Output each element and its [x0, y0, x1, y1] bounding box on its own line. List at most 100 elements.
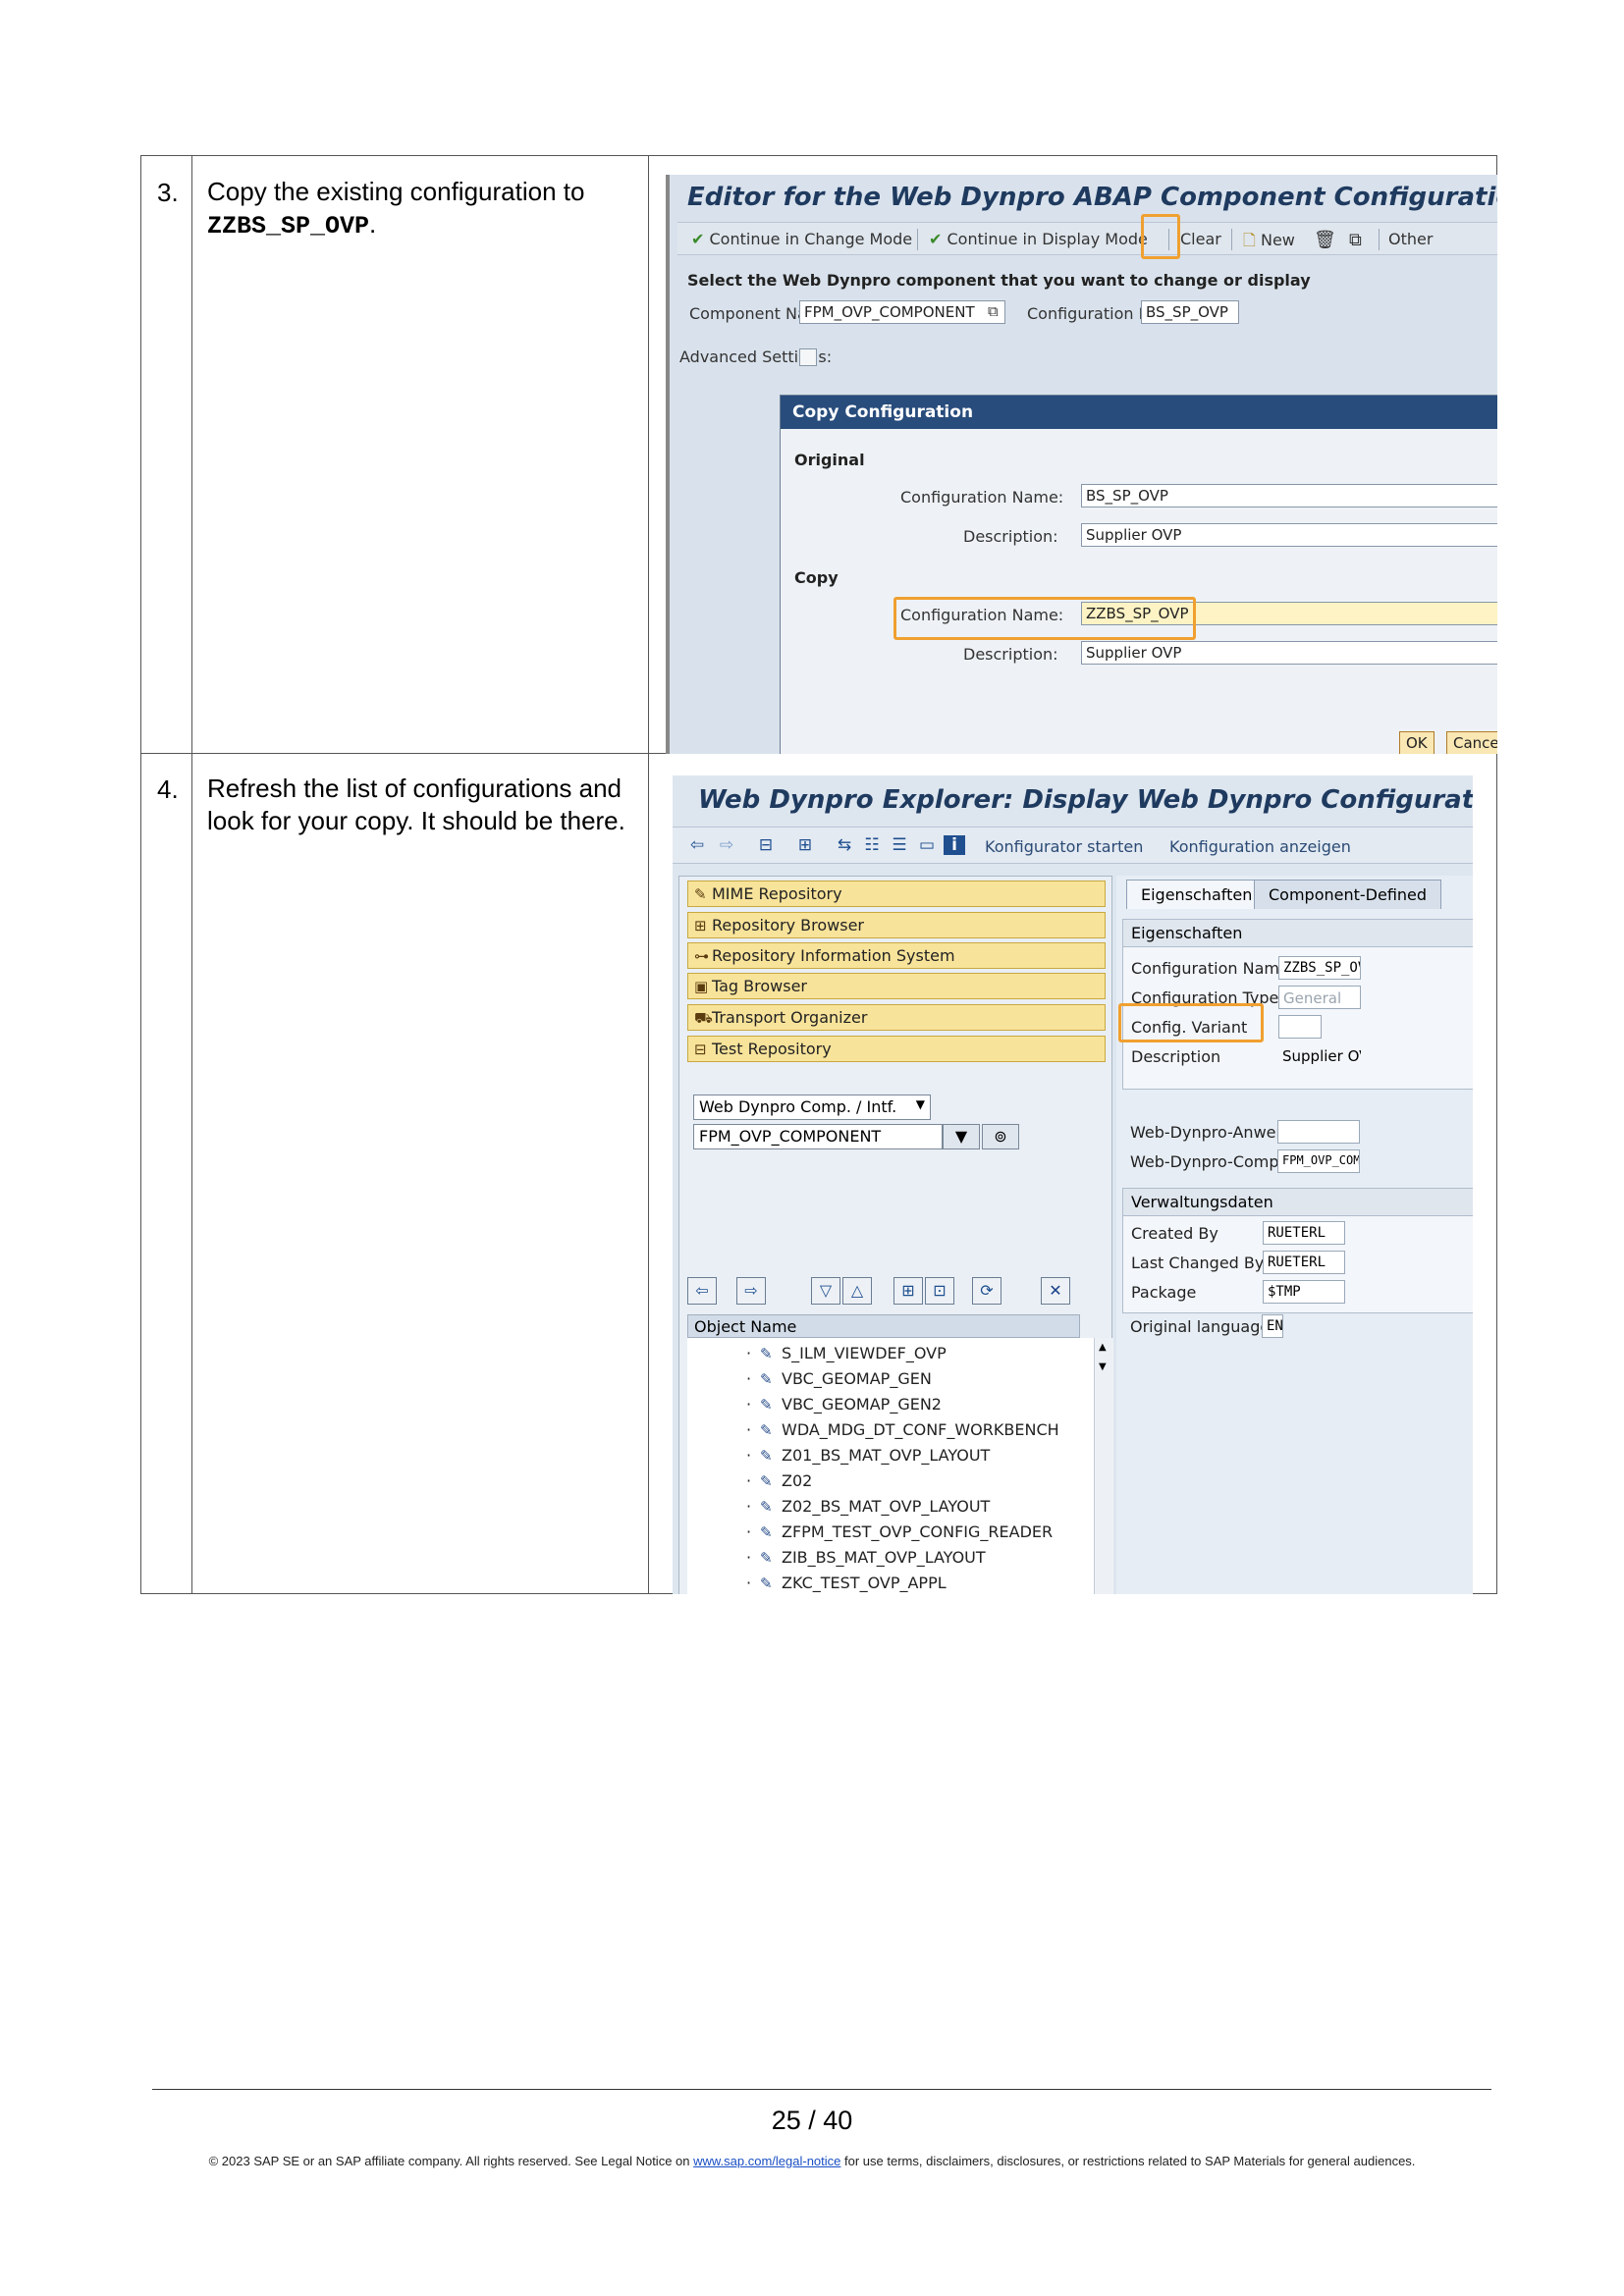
object-type-value: Web Dynpro Comp. / Intf. — [699, 1097, 897, 1116]
show-configuration-button[interactable]: Konfiguration anzeigen — [1169, 837, 1351, 856]
nav-transport-organizer[interactable]: ⛟Transport Organizer — [687, 1004, 1106, 1031]
config-id-field[interactable]: BS_SP_OVP — [1141, 300, 1239, 324]
tree-item-label: ZIB_BS_MAT_OVP_LAYOUT — [782, 1548, 986, 1567]
legal-notice-link[interactable]: www.sap.com/legal-notice — [693, 2154, 840, 2168]
copy-button-highlight — [1141, 214, 1180, 259]
object-navigator-pane: ✎ MIME Repository ⊞ Repository Browser ⊶ Re… — [678, 876, 1113, 1594]
tree-item[interactable]: · ✎ Z01_BS_MAT_OVP_LAYOUT — [746, 1446, 990, 1469]
where-used-icon[interactable]: ⇆ — [834, 835, 855, 855]
config-name-value[interactable]: ZZBS_SP_OVP — [1278, 956, 1361, 980]
configuration-icon: ✎ — [760, 1447, 773, 1465]
tree-item[interactable]: · ✎ ZIB_BS_MAT_OVP_LAYOUT — [746, 1548, 986, 1572]
ok-button[interactable]: OK — [1399, 731, 1435, 754]
wd-app-field[interactable] — [1277, 1120, 1360, 1144]
prev-object-icon[interactable]: ⇦ — [687, 1277, 717, 1305]
object-type-select[interactable]: Web Dynpro Comp. / Intf. ▼ — [693, 1095, 931, 1120]
collapse-icon[interactable]: △ — [842, 1277, 872, 1305]
truck-icon: ⛟ — [694, 1009, 713, 1027]
step-3-text-before: Copy the existing configuration to — [207, 177, 585, 206]
component-input[interactable]: FPM_OVP_COMPONENT — [693, 1124, 943, 1149]
copy-group-label: Copy — [794, 568, 839, 587]
copyright-notice: © 2023 SAP SE or an SAP affiliate compan… — [0, 2154, 1624, 2168]
repository-icon: ⊞ — [694, 917, 707, 934]
step-3-text: Copy the existing configuration to ZZBS_… — [207, 176, 639, 242]
tree-item[interactable]: · ✎ ZFPM_TEST_OVP_CONFIG_READER — [746, 1522, 1053, 1546]
original-language-value: EN — [1262, 1314, 1283, 1338]
configuration-icon: ✎ — [760, 1498, 773, 1516]
delete-icon[interactable]: 🗑 — [1314, 230, 1336, 250]
page-number: 25 / 40 — [771, 2106, 853, 2135]
tree-item[interactable]: · ✎ Z02_BS_MAT_OVP_LAYOUT — [746, 1497, 990, 1521]
wd-comp-value[interactable]: FPM_OVP_COMPO — [1277, 1149, 1360, 1173]
object-list-icon[interactable]: ☷ — [861, 835, 883, 855]
cancel-button[interactable]: Cance — [1446, 731, 1497, 754]
configuration-icon: ✎ — [760, 1472, 773, 1490]
tree-item[interactable]: · ✎ S_ILM_VIEWDEF_OVP — [746, 1344, 947, 1367]
close-icon[interactable]: ✕ — [1041, 1277, 1070, 1305]
next-object-icon[interactable]: ⇨ — [736, 1277, 766, 1305]
configuration-icon: ✎ — [760, 1549, 773, 1567]
other-button[interactable]: Other — [1388, 230, 1433, 248]
copy-configuration-dialog: Copy Configuration Original Configuratio… — [780, 395, 1497, 754]
copyright-text-end: for use terms, disclaimers, disclosures,… — [840, 2154, 1416, 2168]
nav-repository-browser[interactable]: ⊞ Repository Browser — [687, 912, 1106, 938]
display-icon[interactable]: ⊟ — [755, 835, 777, 855]
scroll-up-icon[interactable]: ▲ — [1099, 1342, 1107, 1353]
dropdown-button[interactable]: ▼ — [943, 1124, 980, 1149]
created-by-value: RUETERL — [1263, 1221, 1345, 1245]
back-arrow-icon[interactable]: ⇦ — [686, 835, 708, 855]
last-changed-value: RUETERL — [1263, 1251, 1345, 1274]
filter-icon[interactable]: ⊡ — [925, 1277, 954, 1305]
continue-change-mode-button[interactable]: ✔ Continue in Change Mode — [691, 230, 912, 248]
continue-display-mode-button[interactable]: ✔ Continue in Display Mode — [929, 230, 1148, 248]
step-3-text-after: . — [369, 209, 377, 239]
explorer-title: Web Dynpro Explorer: Display Web Dynpro … — [698, 785, 1473, 815]
config-type-value[interactable]: General — [1278, 986, 1361, 1009]
hierarchy-icon[interactable]: ⊞ — [794, 835, 816, 855]
properties-pane: Eigenschaften Component-Defined Eigensch… — [1116, 876, 1473, 1594]
nav-mime-repository[interactable]: ✎ MIME Repository — [687, 881, 1106, 907]
window-icon[interactable]: ▭ — [916, 835, 938, 855]
tree-item-label: Z02 — [782, 1471, 813, 1490]
navigation-icon[interactable]: ☰ — [889, 835, 910, 855]
config-variant-field[interactable] — [1278, 1015, 1322, 1039]
tree-item-label: WDA_MDG_DT_CONF_WORKBENCH — [782, 1420, 1059, 1439]
mime-icon: ✎ — [694, 885, 707, 903]
tree-item[interactable]: · ✎ VBC_GEOMAP_GEN2 — [746, 1395, 942, 1418]
component-name-field[interactable]: FPM_OVP_COMPONENT — [799, 300, 1005, 324]
nav-test-repository[interactable]: ⊟ Test Repository — [687, 1036, 1106, 1062]
tab-eigenschaften[interactable]: Eigenschaften — [1126, 880, 1268, 909]
nav-repository-info-system[interactable]: ⊶ Repository Information System — [687, 942, 1106, 969]
original-language-label: Original language — [1130, 1317, 1271, 1336]
clear-button[interactable]: Clear — [1180, 230, 1221, 248]
info-icon[interactable]: i — [944, 835, 965, 855]
tree-item[interactable]: · ✎ Z02 — [746, 1471, 812, 1495]
tree-item[interactable]: · ✎ WDA_MDG_DT_CONF_WORKBENCH — [746, 1420, 1059, 1444]
start-configurator-button[interactable]: Konfigurator starten — [985, 837, 1143, 856]
step-3-number: 3. — [157, 178, 179, 207]
tree-scrollbar[interactable]: ▲ ▼ — [1094, 1338, 1113, 1594]
configuration-icon: ✎ — [760, 1370, 773, 1388]
display-glasses-icon[interactable]: ⊚ — [982, 1124, 1019, 1149]
orig-description-field[interactable]: Supplier OVP — [1081, 523, 1497, 547]
new-button[interactable]: 🗋 New — [1243, 230, 1295, 256]
refresh-icon[interactable]: ⟳ — [972, 1277, 1001, 1305]
scroll-down-icon[interactable]: ▼ — [1099, 1362, 1107, 1372]
tree-item[interactable]: · ✎ ZKC_TEST_OVP_APPL — [746, 1574, 947, 1594]
editor-instruction: Select the Web Dynpro component that you… — [687, 271, 1311, 290]
orig-config-name-field[interactable]: BS_SP_OVP — [1081, 484, 1497, 507]
copy-description-field[interactable]: Supplier OVP — [1081, 641, 1497, 665]
tree-structure-icon[interactable]: ⊞ — [893, 1277, 923, 1305]
nav-tag-browser[interactable]: ▣ Tag Browser — [687, 973, 1106, 999]
expand-icon[interactable]: ▽ — [811, 1277, 840, 1305]
continue-display-label: Continue in Display Mode — [947, 230, 1148, 248]
configuration-icon: ✎ — [760, 1523, 773, 1541]
forward-arrow-icon[interactable]: ⇨ — [716, 835, 737, 855]
tab-component-defined[interactable]: Component-Defined — [1254, 880, 1442, 909]
tree-item[interactable]: · ✎ VBC_GEOMAP_GEN — [746, 1369, 932, 1393]
value-help-icon[interactable]: ⧉ — [988, 302, 999, 320]
copy-icon[interactable]: ⧉ — [1349, 230, 1362, 250]
tree-item-label: ZKC_TEST_OVP_APPL — [782, 1574, 947, 1592]
test-icon: ⊟ — [694, 1041, 707, 1058]
advanced-settings-checkbox[interactable] — [799, 348, 817, 366]
